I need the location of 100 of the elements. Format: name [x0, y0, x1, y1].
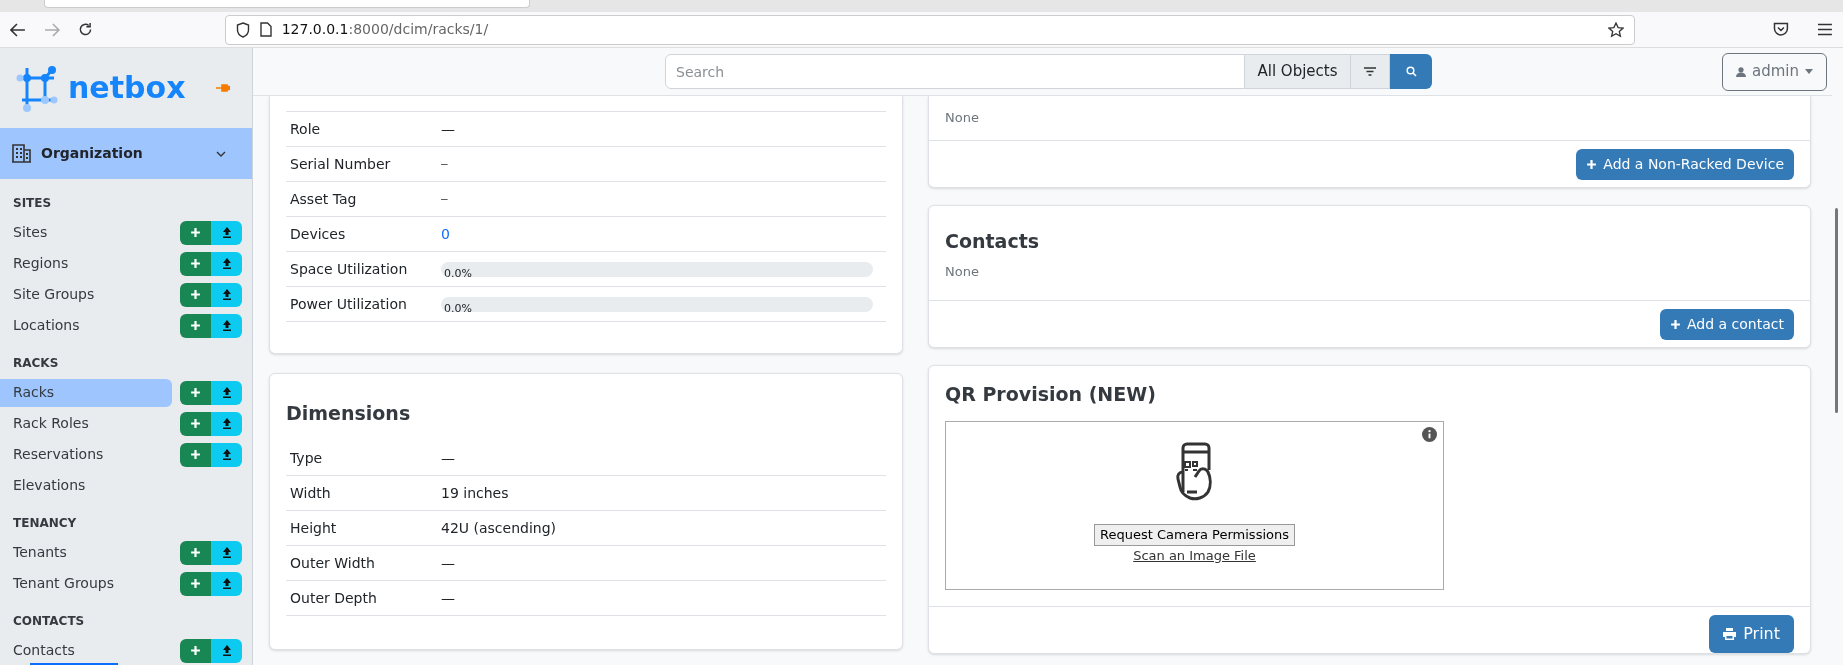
- field-value: 19 inches: [441, 483, 509, 503]
- search-field[interactable]: Search: [665, 54, 1245, 89]
- brand-name: netbox: [68, 73, 186, 103]
- building-icon: [12, 144, 31, 163]
- camera-permission-button[interactable]: Request Camera Permissions: [1094, 524, 1295, 546]
- import-button[interactable]: [211, 251, 242, 276]
- sidebar-item[interactable]: Locations: [0, 311, 172, 340]
- add-button[interactable]: [180, 638, 211, 663]
- plus-icon: [190, 547, 201, 558]
- caret-icon: [1805, 69, 1813, 74]
- filter-button[interactable]: [1350, 54, 1390, 89]
- field-value: —: [441, 119, 455, 139]
- devices-link[interactable]: 0: [441, 223, 450, 245]
- plus-icon: [190, 258, 201, 269]
- plus-icon: [190, 645, 201, 656]
- upload-icon: [221, 227, 232, 238]
- menu-group-header[interactable]: Organization: [0, 128, 252, 179]
- add-button[interactable]: [180, 411, 211, 436]
- sidebar-item[interactable]: Contacts: [0, 636, 172, 665]
- section-heading: CONTACTS: [12, 613, 86, 630]
- sidebar-item[interactable]: Elevations: [0, 471, 172, 500]
- sidebar-item[interactable]: Site Groups: [0, 280, 172, 309]
- plus-icon: [1670, 318, 1681, 330]
- field-label: Type: [290, 448, 324, 468]
- field-label: Outer Depth: [290, 588, 378, 608]
- upload-icon: [221, 320, 232, 331]
- add-button[interactable]: [180, 313, 211, 338]
- upload-icon: [221, 645, 232, 656]
- filter-icon: [1364, 67, 1376, 76]
- upload-icon: [221, 578, 232, 589]
- scrollbar-thumb[interactable]: [1835, 208, 1838, 413]
- upload-icon: [221, 418, 232, 429]
- card-title: Dimensions: [286, 400, 412, 426]
- section-heading: TENANCY: [12, 515, 78, 532]
- field-label: Devices: [290, 224, 347, 244]
- scan-file-link[interactable]: Scan an Image File: [1133, 546, 1256, 566]
- netbox-logo-icon: [14, 64, 60, 112]
- reload-icon[interactable]: [77, 22, 93, 37]
- field-label: Asset Tag: [290, 189, 358, 209]
- progress-label: 0.0%: [443, 301, 472, 312]
- empty-text: None: [945, 109, 979, 128]
- import-button[interactable]: [211, 220, 242, 245]
- user-icon: [1736, 66, 1746, 77]
- field-label: Outer Width: [290, 553, 376, 573]
- printer-icon: [1723, 628, 1737, 640]
- star-icon[interactable]: [1608, 21, 1625, 38]
- sidebar-item[interactable]: Sites: [0, 218, 172, 247]
- import-button[interactable]: [211, 380, 242, 405]
- scope-dropdown[interactable]: All Objects: [1245, 54, 1350, 89]
- import-button[interactable]: [211, 411, 242, 436]
- print-button[interactable]: Print: [1709, 615, 1794, 653]
- field-value: —: [441, 588, 455, 608]
- sidebar-item[interactable]: Tenant Groups: [0, 569, 172, 598]
- add-button[interactable]: [180, 282, 211, 307]
- add-button[interactable]: [180, 380, 211, 405]
- plus-icon: [1586, 158, 1598, 170]
- search-icon: [1405, 66, 1417, 77]
- sidebar-item[interactable]: Regions: [0, 249, 172, 278]
- field-label: Power Utilization: [290, 294, 408, 314]
- import-button[interactable]: [211, 313, 242, 338]
- add-contact-button[interactable]: Add a contact: [1660, 308, 1794, 340]
- upload-icon: [221, 289, 232, 300]
- pocket-icon[interactable]: [1773, 22, 1790, 37]
- import-button[interactable]: [211, 638, 242, 663]
- card-title: Contacts: [945, 228, 1040, 254]
- section-heading: RACKS: [12, 355, 60, 372]
- import-button[interactable]: [211, 540, 242, 565]
- menu-icon[interactable]: [1817, 23, 1833, 36]
- user-menu-button[interactable]: admin: [1722, 52, 1827, 91]
- import-button[interactable]: [211, 282, 242, 307]
- import-button[interactable]: [211, 442, 242, 467]
- field-value: —: [441, 448, 455, 468]
- empty-text: None: [945, 263, 979, 281]
- field-value: —: [441, 553, 455, 573]
- field-label: Width: [290, 483, 332, 503]
- address-bar[interactable]: 127.0.0.1:8000/dcim/racks/1/: [224, 14, 1636, 45]
- field-label: Serial Number: [290, 154, 392, 174]
- search-button[interactable]: [1390, 54, 1432, 89]
- plus-icon: [190, 289, 201, 300]
- sidebar-item[interactable]: Tenants: [0, 538, 172, 567]
- sidebar-item[interactable]: Reservations: [0, 440, 172, 469]
- info-icon[interactable]: [1422, 427, 1437, 442]
- back-icon[interactable]: [10, 22, 26, 37]
- add-button[interactable]: [180, 540, 211, 565]
- page-icon: [259, 22, 272, 37]
- add-button[interactable]: [180, 442, 211, 467]
- sidebar-item[interactable]: Rack Roles: [0, 409, 172, 438]
- field-value: —: [441, 190, 448, 207]
- upload-icon: [221, 387, 232, 398]
- add-button[interactable]: [180, 571, 211, 596]
- plus-icon: [190, 320, 201, 331]
- plus-icon: [190, 578, 201, 589]
- sidebar-item[interactable]: Racks: [0, 378, 172, 407]
- add-button[interactable]: [180, 220, 211, 245]
- field-value: —: [441, 155, 448, 172]
- add-button[interactable]: [180, 251, 211, 276]
- import-button[interactable]: [211, 571, 242, 596]
- add-device-button[interactable]: Add a Non-Racked Device: [1576, 148, 1794, 180]
- field-label: Role: [290, 119, 322, 139]
- field-value: 42U (ascending): [441, 518, 557, 538]
